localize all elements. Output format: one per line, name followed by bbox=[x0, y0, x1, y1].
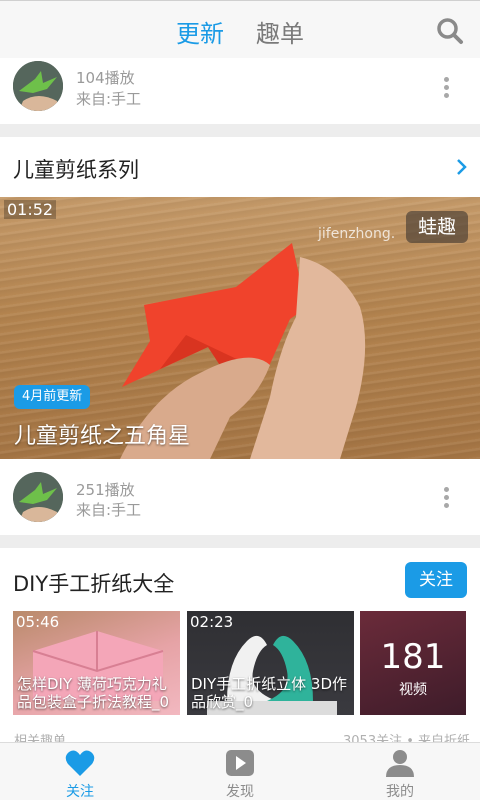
play-count: 104播放 bbox=[76, 69, 135, 87]
avatar[interactable] bbox=[13, 61, 63, 111]
more-options-icon[interactable] bbox=[444, 77, 450, 101]
watermark-text: jifenzhong. bbox=[318, 226, 396, 242]
more-options-icon[interactable] bbox=[444, 487, 450, 511]
play-icon bbox=[226, 750, 254, 776]
chevron-right-icon[interactable] bbox=[455, 157, 469, 177]
source-label: 来自:手工 bbox=[76, 90, 142, 108]
video-thumbnail[interactable]: 05:46 怎样DIY 薄荷巧克力礼品包装盒子折法教程_0 bbox=[13, 611, 180, 715]
nav-follow[interactable]: 关注 bbox=[20, 743, 140, 800]
tab-lists[interactable]: 趣单 bbox=[256, 14, 304, 49]
avatar[interactable] bbox=[13, 472, 63, 522]
video-caption: DIY手工折纸立体 3D作品欣赏_0 bbox=[191, 675, 347, 711]
brand-logo: 蛙趣 bbox=[406, 211, 468, 243]
heart-icon bbox=[65, 750, 95, 776]
search-icon[interactable] bbox=[436, 17, 464, 45]
nav-label: 发现 bbox=[226, 784, 254, 800]
video-count: 181 bbox=[380, 637, 446, 677]
follow-button[interactable]: 关注 bbox=[405, 562, 467, 598]
video-duration: 05:46 bbox=[16, 613, 60, 631]
video-count-label: 视频 bbox=[399, 682, 427, 698]
nav-profile[interactable]: 我的 bbox=[340, 743, 460, 800]
video-caption: 怎样DIY 薄荷巧克力礼品包装盒子折法教程_0 bbox=[17, 675, 170, 711]
feed-item-footer: 104播放 来自:手工 bbox=[0, 58, 480, 124]
series-title[interactable]: 儿童剪纸系列 bbox=[13, 154, 139, 184]
bottom-nav: 关注 发现 我的 bbox=[0, 742, 480, 800]
video-duration: 02:23 bbox=[190, 613, 234, 631]
video-title[interactable]: 儿童剪纸之五角星 bbox=[14, 418, 190, 450]
origami-crane-image bbox=[13, 472, 63, 522]
tab-updates[interactable]: 更新 bbox=[176, 14, 224, 49]
play-count: 251播放 bbox=[76, 481, 135, 499]
video-duration: 01:52 bbox=[4, 200, 57, 219]
nav-label: 关注 bbox=[66, 784, 94, 800]
nav-discover[interactable]: 发现 bbox=[180, 743, 300, 800]
source-label: 来自:手工 bbox=[76, 501, 142, 519]
origami-crane-image bbox=[13, 61, 63, 111]
user-icon bbox=[386, 750, 414, 777]
video-thumbnail[interactable]: 02:23 DIY手工折纸立体 3D作品欣赏_0 bbox=[187, 611, 354, 715]
update-badge: 4月前更新 bbox=[14, 385, 91, 409]
collection-title[interactable]: DIY手工折纸大全 bbox=[13, 568, 174, 598]
top-bar: 更新 趣单 bbox=[0, 0, 480, 58]
nav-label: 我的 bbox=[386, 784, 414, 800]
more-videos-tile[interactable]: 181 视频 bbox=[360, 611, 466, 715]
